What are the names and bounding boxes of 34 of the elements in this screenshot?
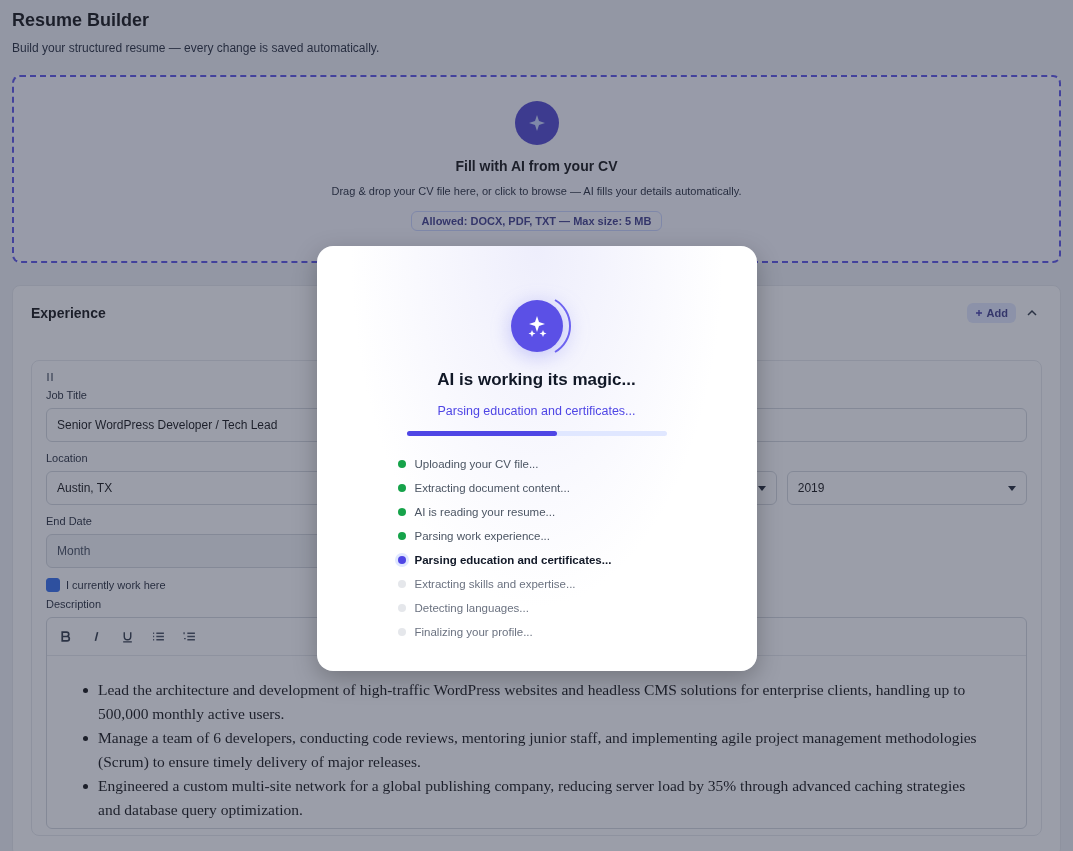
dialog-title: AI is working its magic... xyxy=(437,370,636,390)
bullet-list-icon[interactable] xyxy=(152,630,165,643)
section-title: Experience xyxy=(31,305,106,321)
step-label: AI is reading your resume... xyxy=(414,506,556,518)
field-label: End Date xyxy=(46,515,92,527)
bullet-icon xyxy=(83,784,88,789)
page-subtitle: Build your structured resume — every change is saved automatically. xyxy=(12,41,380,55)
bullet-icon xyxy=(83,736,88,741)
step-label: Extracting skills and expertise... xyxy=(414,578,576,590)
step-label: Finalizing your profile... xyxy=(414,626,533,638)
add-button[interactable]: Add xyxy=(966,303,1016,323)
bold-icon[interactable] xyxy=(59,630,72,643)
description-bullet: Lead the architecture and development of high-traffic WordPress websites and headless CMS solutions for enterprise clients, handling up to 500,000 monthly active users. xyxy=(98,680,967,724)
step-label: Detecting languages... xyxy=(414,602,529,614)
description-bullet: Engineered a custom multi-site network for a global publishing company, reducing server load by 35% through advanced caching strategies and database query optimization. xyxy=(98,776,967,820)
upload-hint: Drag & drop your CV file here, or click to browse — AI fills your details automatically. xyxy=(331,185,742,197)
start-year-select[interactable]: 2019 xyxy=(786,471,1027,505)
grip-icon[interactable] xyxy=(46,371,54,383)
page-title: Resume Builder xyxy=(12,10,150,31)
bullet-icon xyxy=(83,688,88,693)
field-label: Job Title xyxy=(46,389,87,401)
plus-icon xyxy=(974,309,983,317)
current-checkbox[interactable] xyxy=(46,578,60,592)
underline-icon[interactable] xyxy=(121,630,134,643)
numbered-list-icon[interactable] xyxy=(183,630,196,643)
upload-title: Fill with AI from your CV xyxy=(455,158,618,174)
description-bullet: Manage a team of 6 developers, conducting code reviews, mentoring junior staff, and implementing agile project management methodologies (Scrum) to ensure timely delivery of major releases. xyxy=(98,728,978,772)
field-label: Location xyxy=(46,452,88,464)
sparkle-icon xyxy=(514,101,559,145)
checkbox-label: I currently work here xyxy=(66,579,166,591)
upload-dropzone[interactable]: Fill with AI from your CV Drag & drop your CV file here, or click to browse — AI fills your details automatically. Allowed: DOCX, PDF, TXT — Max size: 5 MB xyxy=(12,75,1061,263)
step-label: Uploading your CV file... xyxy=(414,458,539,470)
allowed-formats: Allowed: DOCX, PDF, TXT — Max size: 5 MB xyxy=(410,211,663,231)
field-label: Description xyxy=(46,598,102,610)
